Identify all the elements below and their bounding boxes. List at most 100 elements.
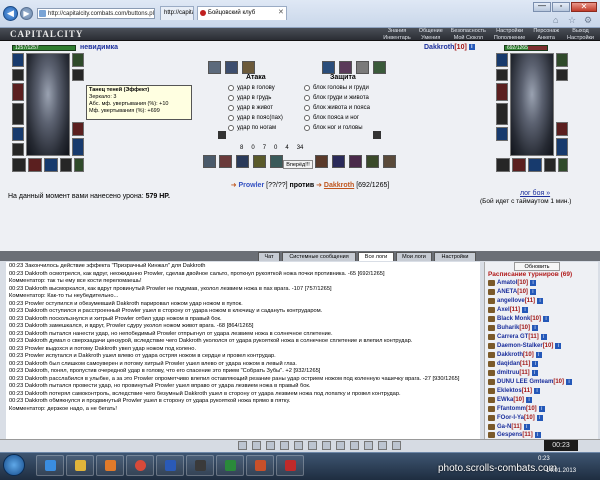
info-icon[interactable]: i: [530, 280, 537, 286]
taskbar-game[interactable]: [276, 455, 304, 476]
equip-slot[interactable]: [12, 83, 24, 101]
info-icon[interactable]: i: [532, 325, 539, 331]
equip-slot[interactable]: [558, 158, 568, 172]
friends-icon[interactable]: [336, 441, 345, 450]
info-icon[interactable]: i: [526, 397, 533, 403]
defense-option[interactable]: блок головы и груди: [304, 83, 384, 93]
start-button-icon[interactable]: [3, 454, 25, 476]
equip-slot[interactable]: [496, 53, 508, 67]
info-icon[interactable]: i: [555, 343, 562, 349]
skill-icon[interactable]: [332, 155, 345, 168]
info-icon[interactable]: i: [540, 334, 547, 340]
equip-slot[interactable]: [72, 138, 84, 156]
help-icon[interactable]: [378, 441, 387, 450]
player-entry[interactable]: DUNU LEE Gmteam [10] i: [488, 379, 573, 385]
skill-icon[interactable]: [203, 155, 216, 168]
equip-slot[interactable]: [496, 158, 510, 172]
effect-icon[interactable]: [339, 61, 352, 74]
effect-icon[interactable]: [242, 61, 255, 74]
info-icon[interactable]: i: [543, 316, 550, 322]
taskbar-excel[interactable]: [216, 455, 244, 476]
radio-icon[interactable]: [228, 85, 234, 91]
equip-slot[interactable]: [28, 158, 42, 172]
nav-item[interactable]: Персонаж Анкета: [533, 28, 559, 41]
address-bar[interactable]: http://capitalcity.combats.com/buttons.p…: [37, 8, 155, 19]
back-button[interactable]: ◀: [3, 6, 18, 21]
info-icon[interactable]: i: [536, 415, 543, 421]
radio-icon[interactable]: [228, 105, 234, 111]
info-icon[interactable]: i: [523, 424, 530, 430]
defense-option[interactable]: блок ног и головы: [304, 123, 384, 133]
player-entry[interactable]: angellove [11] i: [488, 298, 544, 304]
equip-slot[interactable]: [12, 69, 24, 81]
info-icon[interactable]: i: [566, 379, 573, 385]
info-icon[interactable]: i: [468, 44, 475, 51]
maximize-button[interactable]: ▫: [552, 2, 570, 12]
defense-option[interactable]: блок живота и пояса: [304, 103, 384, 113]
right-player-name[interactable]: Dakkroth[10] i: [424, 44, 475, 51]
defense-option[interactable]: блок груди и живота: [304, 93, 384, 103]
equip-slot[interactable]: [512, 158, 526, 172]
skill-icon[interactable]: [349, 155, 362, 168]
player-entry[interactable]: ANETA [10] i: [488, 289, 536, 295]
info-icon[interactable]: i: [538, 406, 545, 412]
nav-item[interactable]: Настройки Пополнение: [494, 28, 525, 41]
equip-slot[interactable]: [544, 158, 556, 172]
player-entry[interactable]: EWka [10] i: [488, 397, 533, 403]
taskbar-app[interactable]: [186, 455, 214, 476]
home-icon[interactable]: ⌂: [553, 15, 558, 25]
minimize-button[interactable]: —: [533, 2, 551, 12]
tab-all-logs[interactable]: Все логи: [358, 252, 394, 261]
taskbar-player[interactable]: [96, 455, 124, 476]
radio-icon[interactable]: [304, 125, 310, 131]
radio-icon[interactable]: [304, 115, 310, 121]
player-entry[interactable]: Ga-N [11] i: [488, 424, 530, 430]
effect-icon[interactable]: [356, 61, 369, 74]
equip-slot[interactable]: [496, 83, 508, 101]
chat-mode-icon[interactable]: [238, 441, 247, 450]
equip-slot[interactable]: [556, 53, 568, 67]
taskbar-chrome[interactable]: [126, 455, 154, 476]
defense-option[interactable]: блок пояса и ног: [304, 113, 384, 123]
equip-slot[interactable]: [556, 122, 568, 136]
tab-chat[interactable]: Чат: [258, 252, 280, 261]
equip-slot[interactable]: [74, 158, 84, 172]
left-arrow-icon[interactable]: [218, 131, 226, 139]
battle-log-link[interactable]: лог боя »: [520, 190, 550, 197]
forward-nav-button[interactable]: ▶: [20, 7, 33, 20]
tab-close-icon[interactable]: ✕: [278, 8, 284, 16]
browser-tab-inactive[interactable]: http://capitalcity.combats.com: [160, 6, 194, 20]
attack-option[interactable]: удар в грудь: [228, 93, 308, 103]
effect-icon[interactable]: [208, 61, 221, 74]
equip-slot[interactable]: [12, 53, 24, 67]
close-window-button[interactable]: ✕: [571, 2, 597, 12]
taskbar-powerpoint[interactable]: [246, 455, 274, 476]
player-entry[interactable]: Eklektos [11] i: [488, 388, 541, 394]
info-icon[interactable]: i: [534, 432, 541, 438]
favorites-star-icon[interactable]: ☆: [568, 15, 576, 26]
info-icon[interactable]: i: [531, 370, 538, 376]
effect-icon[interactable]: [225, 61, 238, 74]
filter-icon[interactable]: [280, 441, 289, 450]
player-entry[interactable]: Axel [11] i: [488, 307, 529, 313]
attack-option[interactable]: удар в голову: [228, 83, 308, 93]
clear-icon[interactable]: [266, 441, 275, 450]
player-entry[interactable]: daqidan [11] i: [488, 361, 539, 367]
equip-slot[interactable]: [12, 143, 24, 156]
equip-slot[interactable]: [12, 158, 26, 172]
skill-icon[interactable]: [315, 155, 328, 168]
info-icon[interactable]: i: [532, 361, 539, 367]
attack-option[interactable]: удар в пояс(пах): [228, 113, 308, 123]
smiley-icon[interactable]: [252, 441, 261, 450]
skill-icon[interactable]: [270, 155, 283, 168]
info-icon[interactable]: i: [534, 388, 541, 394]
info-icon[interactable]: i: [537, 298, 544, 304]
taskbar-word[interactable]: [156, 455, 184, 476]
mail-icon[interactable]: [350, 441, 359, 450]
player-entry[interactable]: Daemon-Stalker [10] i: [488, 343, 562, 349]
info-icon[interactable]: i: [535, 352, 542, 358]
nav-item[interactable]: Безопасность Мой Сюклл: [451, 28, 486, 41]
taskbar-explorer[interactable]: [66, 455, 94, 476]
radio-icon[interactable]: [304, 105, 310, 111]
player-entry[interactable]: Buharik [10] i: [488, 325, 539, 331]
